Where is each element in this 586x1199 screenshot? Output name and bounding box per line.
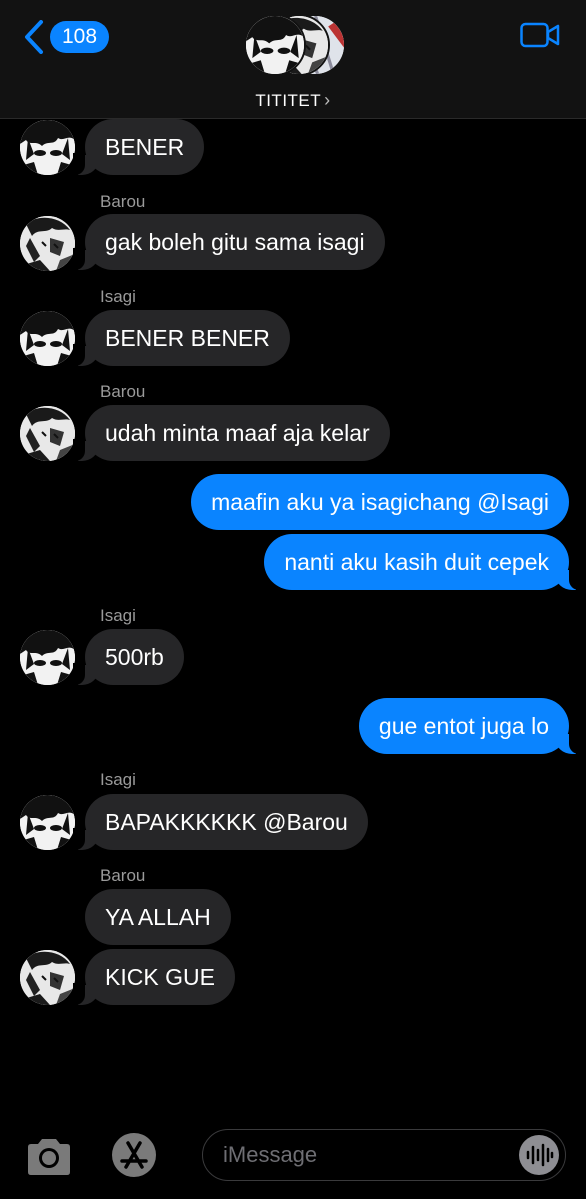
group-avatar-1 [244,14,306,76]
sender-name: Barou [100,382,146,401]
message-bubble[interactable]: udah minta maaf aja kelar [73,405,390,461]
message-bubble[interactable]: BENER [72,119,205,175]
audio-message-button[interactable] [519,1135,559,1175]
outgoing-message-bubble[interactable]: nanti aku kasih duit cepek [264,534,581,590]
message-bubble[interactable]: BENER BENER [73,310,290,366]
isagi-avatar[interactable] [20,120,75,175]
group-name-label: TITITET [255,91,322,110]
camera-icon [28,1139,70,1175]
message-input-placeholder: iMessage [223,1142,318,1167]
back-button[interactable]: 108 [24,20,110,54]
message-bubble[interactable]: KICK GUE [73,949,235,1005]
conversation-header: 108 TITITET › [0,0,586,119]
barou-avatar[interactable] [20,216,75,271]
video-camera-icon [520,22,560,48]
outgoing-message-bubble[interactable]: gue entot juga lo [358,698,582,754]
message-bubble[interactable]: gak boleh gitu sama isagi [73,214,385,270]
chevron-right-icon: › [324,90,331,110]
isagi-avatar[interactable] [20,311,75,366]
sender-name: Barou [100,866,146,885]
chevron-left-icon [25,20,43,54]
sender-name: Barou [100,192,146,211]
app-store-button[interactable] [112,1133,156,1177]
video-call-button[interactable] [520,22,560,53]
app-store-icon [120,1141,148,1169]
isagi-avatar[interactable] [20,795,75,850]
sender-name: Isagi [100,770,136,789]
group-avatar-stack[interactable] [244,14,346,76]
group-name[interactable]: TITITET › [0,90,586,111]
unread-count-badge: 108 [50,21,110,53]
audio-waveform-icon [526,1143,554,1167]
camera-button[interactable] [24,1137,74,1182]
barou-avatar[interactable] [20,950,75,1005]
compose-bar: iMessage [0,1125,586,1199]
sender-name: Isagi [100,606,136,625]
isagi-avatar[interactable] [20,630,75,685]
message-bubble[interactable]: YA ALLAH [85,889,231,945]
barou-avatar[interactable] [20,406,75,461]
message-bubble[interactable]: 500rb [73,629,184,685]
sender-name: Isagi [100,287,136,306]
outgoing-message-bubble[interactable]: maafin aku ya isagichang @Isagi [191,474,569,530]
message-input[interactable]: iMessage [202,1129,566,1181]
message-bubble[interactable]: BAPAKKKKKK @Barou [73,794,368,850]
